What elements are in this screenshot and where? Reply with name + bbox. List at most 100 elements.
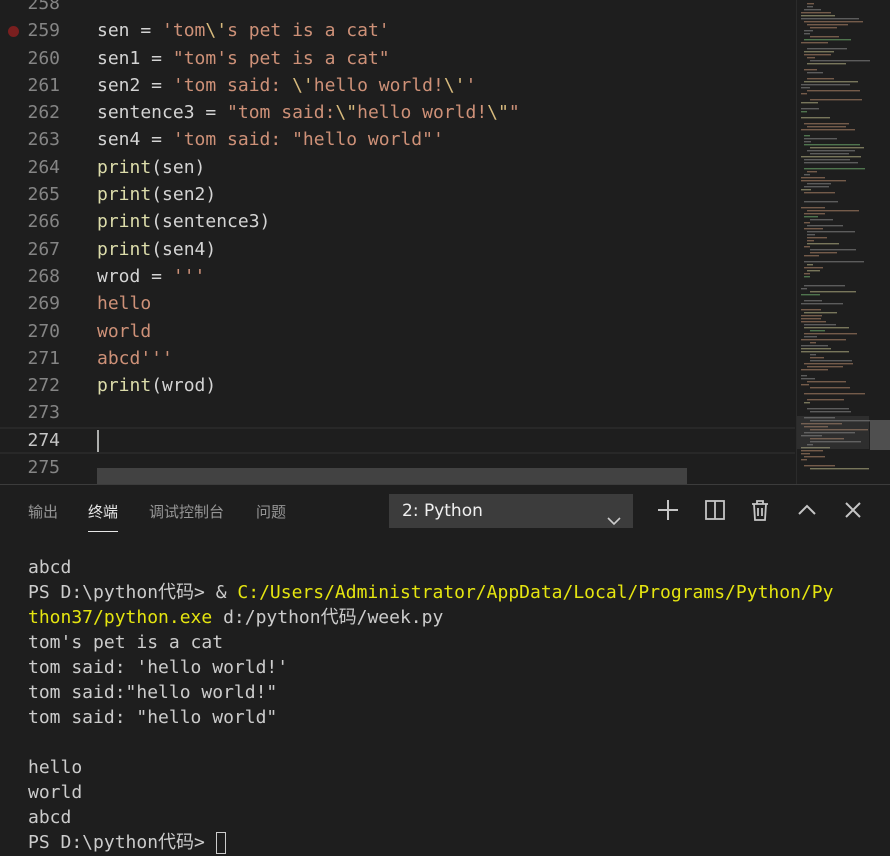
line-source (97, 427, 99, 454)
minimap-line (801, 450, 823, 452)
line-number: 269 (27, 293, 60, 315)
minimap-line (801, 108, 819, 110)
minimap-line (810, 360, 852, 362)
close-panel-button[interactable] (840, 497, 866, 523)
code-token: print (97, 375, 152, 397)
code-token: hello world! (357, 102, 488, 124)
terminal-text: tom said: 'hello world!' (28, 657, 289, 678)
minimap-line (804, 276, 810, 278)
terminal-line: abcd (28, 805, 878, 830)
minimap-line (804, 54, 831, 56)
minimap-line (804, 192, 835, 194)
code-line[interactable]: 260 sen1 = "tom's pet is a cat" (0, 45, 795, 72)
terminal-text: world (28, 782, 83, 803)
terminal-text: hello (28, 757, 83, 778)
minimap-line (810, 357, 824, 359)
line-number: 268 (27, 265, 60, 287)
code-token: ''' (172, 265, 206, 287)
new-terminal-button[interactable] (655, 497, 681, 523)
code-line[interactable]: 263 sen4 = 'tom said: "hello world"' (0, 126, 795, 153)
minimap-line (801, 18, 859, 20)
minimap-line (807, 210, 859, 212)
code-line[interactable]: 262 sentence3 = "tom said:\"hello world!\… (0, 99, 795, 126)
minimap-line (804, 21, 863, 23)
code-token: world (97, 320, 152, 342)
terminal-line: tom's pet is a cat (28, 630, 878, 655)
code-token: hello (97, 293, 152, 315)
kill-terminal-button[interactable] (747, 497, 773, 523)
minimap-line (801, 378, 815, 380)
minimap-line (807, 243, 839, 245)
code-line[interactable]: 261 sen2 = 'tom said: \'hello world!\'' (0, 72, 795, 99)
code-line[interactable]: 266 print(sentence3) (0, 208, 795, 235)
code-line[interactable]: 274 (0, 427, 795, 454)
tab-problems[interactable]: 问题 (256, 501, 286, 522)
minimap-line (807, 270, 820, 272)
terminal-text: thon37/python.exe (28, 607, 213, 628)
minimap-line (807, 264, 813, 266)
minimap-line (804, 300, 822, 302)
terminal-line: tom said: "hello world" (28, 705, 878, 730)
code-line[interactable]: 259 sen = 'tom\'s pet is a cat' (0, 17, 795, 44)
code-line[interactable]: 269 hello (0, 290, 795, 317)
minimap-line (804, 51, 834, 53)
code-token: hello world! (313, 74, 444, 96)
code-token: s pet is a cat' (227, 20, 390, 42)
terminal-line: tom said: 'hello world!' (28, 655, 878, 680)
maximize-panel-button[interactable] (794, 497, 820, 523)
minimap-line (804, 267, 823, 269)
code-line[interactable]: 264 print(sen) (0, 154, 795, 181)
vertical-scrollbar[interactable] (870, 420, 890, 450)
code-token: (wrod) (151, 375, 217, 397)
minimap-line (801, 318, 821, 320)
code-line[interactable]: 258 (0, 0, 795, 17)
line-source: sen1 = "tom's pet is a cat" (97, 45, 390, 72)
terminal-line: thon37/python.exe d:/python代码/week.py (28, 605, 878, 630)
code-line[interactable]: 272 print(wrod) (0, 372, 795, 399)
minimap-line (804, 30, 813, 32)
code-line[interactable]: 265 print(sen2) (0, 181, 795, 208)
terminal-line: world (28, 780, 878, 805)
code-editor[interactable]: 258 259 sen = 'tom\'s pet is a cat' 260 sen1… (0, 0, 890, 484)
minimap-viewport[interactable] (797, 416, 869, 449)
minimap-line (807, 150, 855, 152)
tab-debug-console[interactable]: 调试控制台 (149, 501, 224, 522)
terminal-text: tom said:"hello world!" (28, 682, 278, 703)
tab-terminal[interactable]: 终端 (88, 501, 119, 532)
minimap-line (807, 6, 813, 8)
minimap[interactable] (796, 0, 890, 484)
code-token: sen1 = (97, 47, 173, 69)
code-line[interactable]: 271 abcd''' (0, 345, 795, 372)
line-source: hello (97, 290, 151, 317)
tab-output[interactable]: 输出 (28, 501, 58, 522)
code-line[interactable]: 273 (0, 399, 795, 426)
code-line[interactable]: 270 world (0, 318, 795, 345)
minimap-line (807, 63, 846, 65)
terminal-select-value: 2: Python (402, 501, 483, 521)
minimap-line (801, 348, 831, 350)
code-line[interactable]: 267 print(sen4) (0, 236, 795, 263)
code-line[interactable]: 268 wrod = ''' (0, 263, 795, 290)
terminal-select[interactable]: 2: Python (389, 494, 633, 528)
minimap-line (801, 303, 843, 305)
horizontal-scrollbar[interactable] (97, 468, 687, 484)
minimap-line (804, 324, 836, 326)
line-number: 260 (27, 47, 60, 69)
minimap-line (810, 60, 870, 62)
code-token: print (97, 238, 152, 260)
minimap-line (804, 333, 857, 335)
minimap-line (801, 156, 861, 158)
minimap-line (801, 309, 821, 311)
terminal-output[interactable]: abcd PS D:\python代码> & C:/Users/Administr… (28, 555, 878, 855)
split-terminal-button[interactable] (702, 497, 728, 523)
minimap-line (810, 153, 849, 155)
code-lines[interactable]: 258 259 sen = 'tom\'s pet is a cat' 260 sen1… (0, 0, 795, 481)
code-token: sen4 = (97, 129, 173, 151)
minimap-line (804, 228, 823, 230)
code-token: (sen) (151, 156, 206, 178)
minimap-line (804, 81, 858, 83)
minimap-line (804, 39, 851, 41)
terminal-line: PS D:\python代码> & C:/Users/Administrator… (28, 580, 878, 605)
line-number: 261 (27, 74, 60, 96)
